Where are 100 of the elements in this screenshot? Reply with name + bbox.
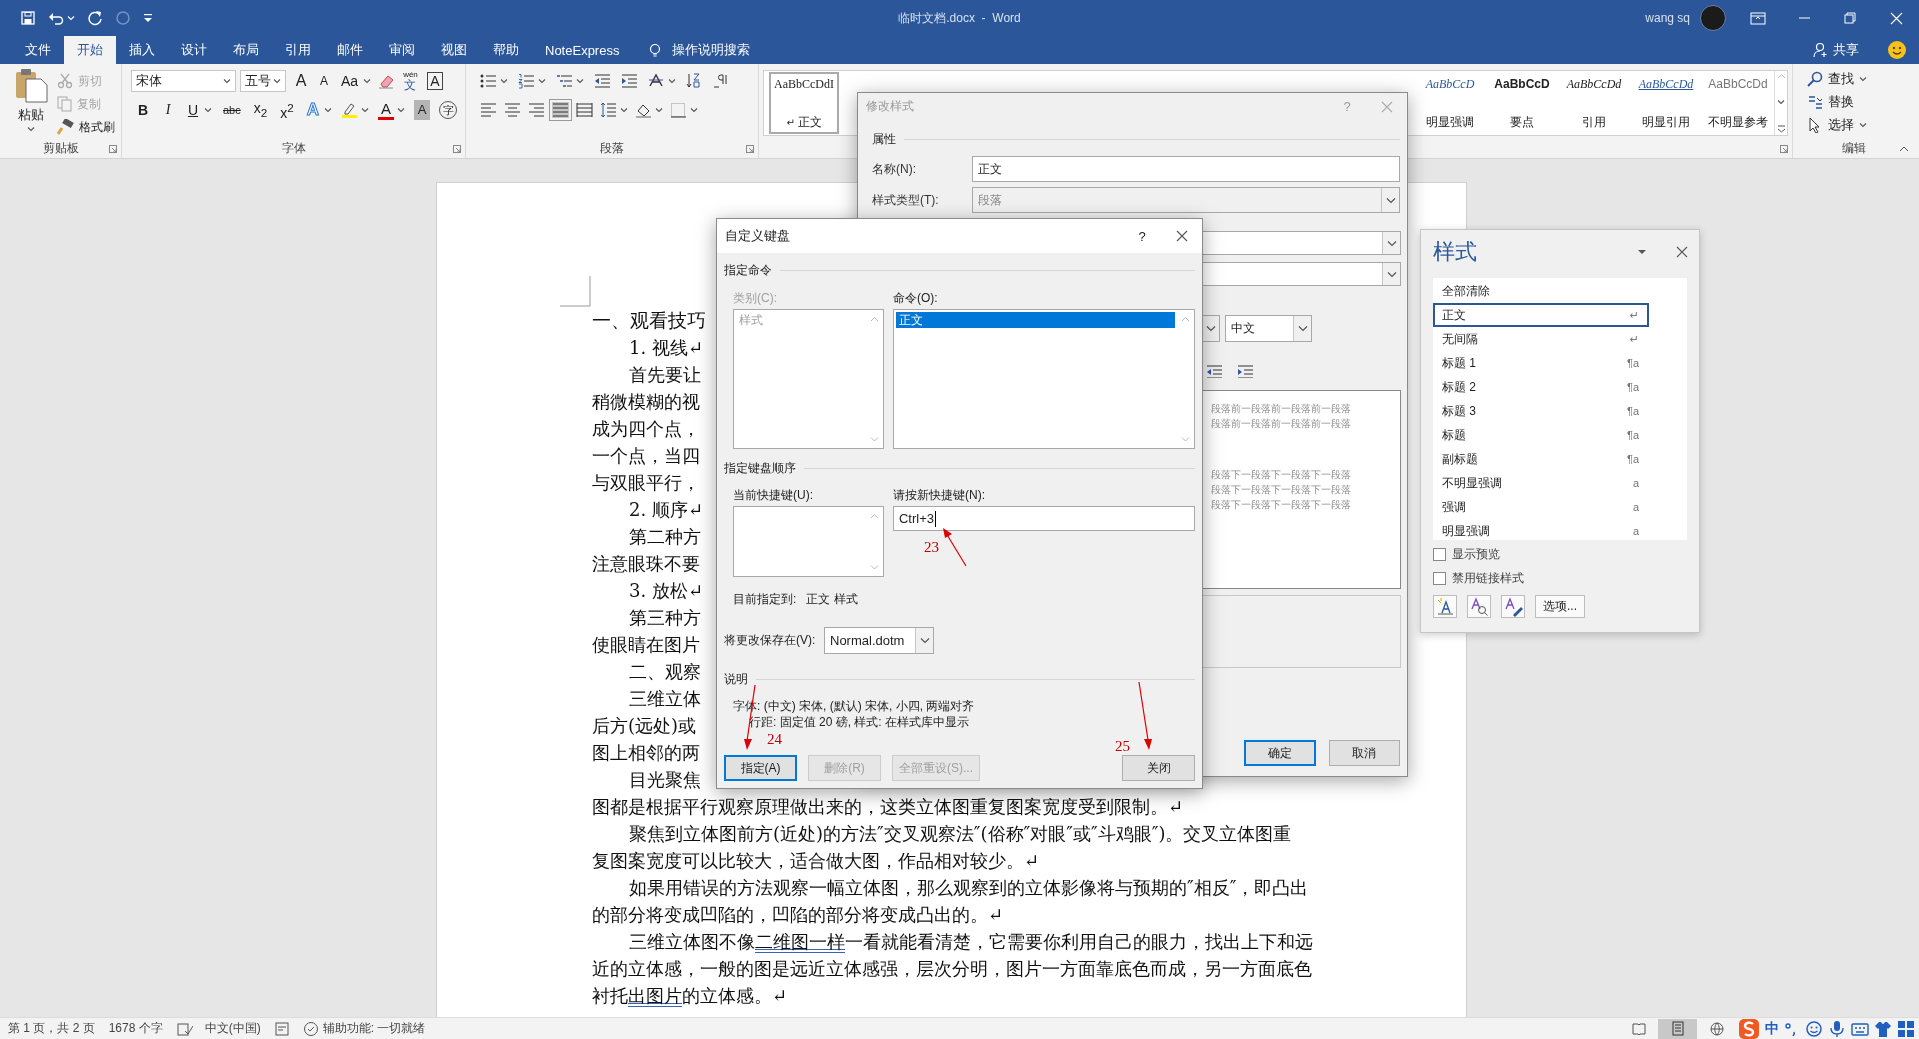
close-icon[interactable] (1676, 246, 1688, 258)
input-method-logo-icon[interactable] (1738, 1017, 1760, 1039)
dialog-button[interactable]: 确定 (1244, 740, 1316, 766)
dialog-button[interactable]: 取消 (1328, 740, 1400, 766)
numbered-list-icon[interactable] (518, 73, 535, 89)
caret-icon[interactable] (576, 78, 584, 84)
accessibility-status[interactable]: 辅助功能: 一切就绪 (322, 1020, 426, 1037)
ribbon-tab[interactable]: 布局 (220, 36, 272, 64)
caret-icon[interactable] (324, 107, 332, 113)
eraser-icon[interactable] (378, 73, 395, 89)
editing-button[interactable]: 查找 (1828, 70, 1854, 88)
style-gallery-item[interactable]: AaBbCcDdI ↵ 正文 (768, 71, 840, 135)
grow-font-button[interactable]: A (293, 71, 309, 91)
style-list-item[interactable]: 标题 2 ¶a (1433, 375, 1649, 399)
word-count[interactable]: 1678 个字 (108, 1020, 163, 1037)
paintbrush-icon[interactable] (57, 119, 74, 135)
subscript-button[interactable]: x$_{2}$ (251, 97, 270, 123)
multilevel-list-icon[interactable] (556, 73, 573, 89)
dialog-launcher-icon[interactable] (453, 145, 461, 153)
dialog-button[interactable]: 关闭 (1122, 755, 1195, 781)
paragraph-marks-icon[interactable] (713, 73, 730, 89)
skin-icon[interactable] (1874, 1019, 1892, 1038)
proofing-icon[interactable] (176, 1021, 193, 1036)
text-direction-icon[interactable] (648, 73, 665, 89)
style-inspector-button[interactable] (1467, 595, 1491, 618)
style-list-item[interactable]: 无间隔 ↵ (1433, 327, 1649, 351)
bullet-list-icon[interactable] (480, 73, 497, 89)
dialog-button[interactable]: 指定(A) (724, 755, 797, 781)
lightbulb-icon[interactable] (648, 42, 663, 58)
caret-icon[interactable] (1386, 239, 1397, 247)
scroll-down-icon[interactable] (1776, 99, 1786, 105)
font-name-dropdown[interactable]: 宋体 (131, 70, 236, 92)
toolbox-icon[interactable] (1897, 1019, 1915, 1038)
ribbon-tab[interactable]: NoteExpress (532, 36, 633, 64)
editing-button[interactable]: 选择 (1828, 116, 1854, 134)
italic-button[interactable]: I (160, 100, 176, 120)
options-button[interactable]: 选项... (1535, 595, 1585, 618)
accessibility-icon[interactable] (302, 1020, 319, 1037)
redo-icon[interactable] (87, 10, 103, 26)
bold-button[interactable]: B (135, 100, 151, 120)
align-right-icon[interactable] (528, 102, 545, 118)
ribbon-tab[interactable]: 视图 (428, 36, 480, 64)
decrease-indent-icon[interactable] (594, 73, 611, 89)
style-gallery-item[interactable]: AaBbCcDd 明显引用 (1630, 71, 1702, 135)
editing-button[interactable]: 替换 (1828, 93, 1854, 111)
style-list-item[interactable]: 标题 3 ¶a (1433, 399, 1649, 423)
close-icon[interactable] (1176, 230, 1188, 242)
style-list-item[interactable]: 全部清除 (1433, 279, 1649, 303)
style-gallery-item[interactable]: AaBbCcD 明显强调 (1414, 71, 1486, 135)
script-dropdown[interactable]: 中文 (1225, 315, 1312, 342)
underline-button[interactable]: U (185, 100, 201, 120)
person-add-icon[interactable] (1813, 42, 1828, 58)
checkbox[interactable] (1433, 547, 1446, 561)
smiley-icon[interactable] (1887, 40, 1907, 60)
caret-icon[interactable] (1859, 122, 1867, 128)
character-shading-button[interactable]: A (414, 100, 430, 120)
distributed-icon[interactable] (576, 102, 593, 118)
save-location-dropdown[interactable]: Normal.dotm (824, 627, 934, 654)
language-indicator[interactable]: 中文(中国) (204, 1020, 261, 1037)
collapse-ribbon-icon[interactable] (1899, 145, 1909, 152)
paste-button[interactable]: 粘贴 (17, 106, 44, 124)
checkbox[interactable] (1433, 571, 1446, 585)
name-field[interactable]: 正文 (971, 156, 1400, 182)
highlighter-icon[interactable] (341, 101, 358, 119)
change-case-button[interactable]: Aa (339, 71, 361, 91)
decrease-indent-icon[interactable] (1206, 364, 1224, 378)
increase-indent-icon[interactable] (621, 73, 638, 89)
style-list-item[interactable]: 不明显强调 a (1433, 471, 1649, 495)
pane-options-icon[interactable] (1637, 249, 1647, 255)
caret-icon[interactable] (655, 107, 663, 113)
ribbon-tab[interactable]: 审阅 (376, 36, 428, 64)
caret-icon[interactable] (1205, 325, 1216, 332)
help-button[interactable]: ? (1122, 228, 1162, 244)
shading-icon[interactable] (635, 102, 652, 118)
style-list-item[interactable]: 正文 ↵ (1433, 303, 1649, 327)
sort-icon[interactable] (686, 73, 703, 89)
caret-icon[interactable] (361, 107, 369, 113)
line-spacing-icon[interactable] (600, 102, 617, 118)
shortcut-field[interactable]: Ctrl+3 (893, 506, 1195, 531)
style-gallery-item[interactable]: AaBbCcDd 引用 (1558, 71, 1630, 135)
restore-icon[interactable] (1844, 12, 1856, 24)
customize-icon[interactable] (143, 13, 153, 23)
character-border-button[interactable]: A (426, 72, 443, 90)
ribbon-tab[interactable]: 开始 (64, 36, 116, 64)
replace-icon[interactable] (1807, 94, 1823, 110)
align-center-icon[interactable] (504, 102, 521, 118)
ribbon-tab[interactable]: 邮件 (324, 36, 376, 64)
ribbon-display-icon[interactable] (1750, 10, 1766, 26)
caret-icon[interactable] (1297, 325, 1308, 332)
input-mode-indicator[interactable]: 中 (1765, 1019, 1779, 1038)
page-count[interactable]: 第 1 页，共 2 页 (8, 1020, 95, 1037)
tell-me-search[interactable]: 操作说明搜索 (672, 41, 751, 59)
caret-icon[interactable] (1386, 270, 1397, 278)
borders-icon[interactable] (670, 102, 687, 118)
command-list[interactable]: 正文 (893, 309, 1195, 449)
dialog-launcher-icon[interactable] (109, 145, 117, 153)
caret-icon[interactable] (620, 107, 628, 113)
caret-icon[interactable] (668, 78, 676, 84)
shrink-font-button[interactable]: A (316, 71, 332, 91)
ribbon-tab[interactable]: 插入 (116, 36, 168, 64)
